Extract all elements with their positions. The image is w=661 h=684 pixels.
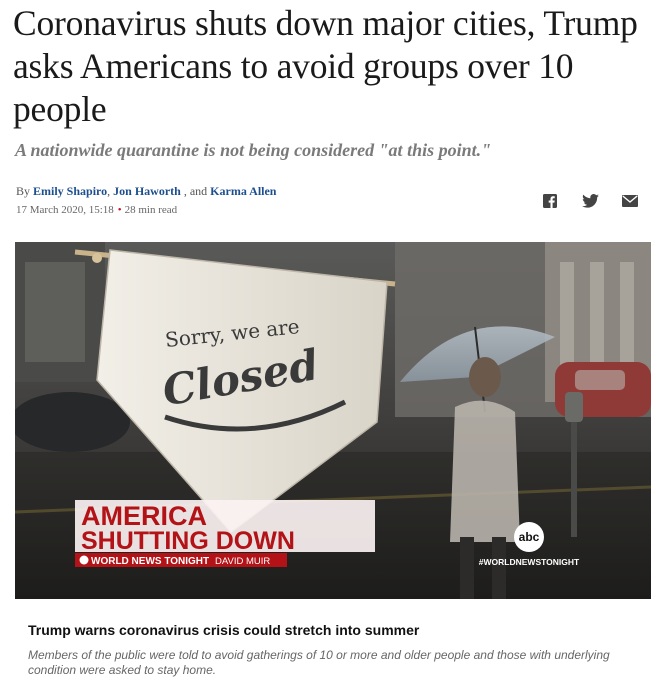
author-link[interactable]: Jon Haworth xyxy=(113,184,181,198)
banner-line2: SHUTTING DOWN xyxy=(81,527,295,555)
author-link[interactable]: Karma Allen xyxy=(210,184,276,198)
byline: By Emily Shapiro, Jon Haworth , and Karm… xyxy=(16,184,276,199)
byline-conjunction: , and xyxy=(183,184,208,198)
article-headline: Coronavirus shuts down major cities, Tru… xyxy=(13,3,638,129)
dateline: 17 March 2020, 15:18 • 28 min read xyxy=(16,204,177,216)
video-caption-title[interactable]: Trump warns coronavirus crisis could str… xyxy=(28,622,419,638)
banner-program: WORLD NEWS TONIGHT xyxy=(91,556,209,567)
video-caption-text: Members of the public were told to avoid… xyxy=(28,648,610,677)
byline-prefix: By xyxy=(16,184,31,198)
email-icon xyxy=(622,195,638,207)
separator-dot: • xyxy=(117,204,122,216)
facebook-share-button[interactable] xyxy=(541,192,559,210)
twitter-share-button[interactable] xyxy=(581,192,599,210)
banner-anchor: DAVID MUIR xyxy=(215,556,270,567)
article-subheadline: A nationwide quarantine is not being con… xyxy=(15,140,492,160)
publish-date: 17 March 2020, 15:18 xyxy=(16,204,114,216)
byline-separator: , xyxy=(107,184,111,198)
hashtag-label: #WORLDNEWSTONIGHT xyxy=(479,557,580,567)
abc-logo: abc xyxy=(519,530,540,544)
twitter-icon xyxy=(581,194,599,208)
video-player[interactable]: Sorry, we are Closed AMERICA SHUTTING DO… xyxy=(15,242,651,599)
email-share-button[interactable] xyxy=(621,192,639,210)
facebook-icon xyxy=(543,194,557,208)
video-thumbnail: Sorry, we are Closed AMERICA SHUTTING DO… xyxy=(15,242,651,599)
read-time: 28 min read xyxy=(124,204,178,216)
author-link[interactable]: Emily Shapiro xyxy=(33,184,107,198)
